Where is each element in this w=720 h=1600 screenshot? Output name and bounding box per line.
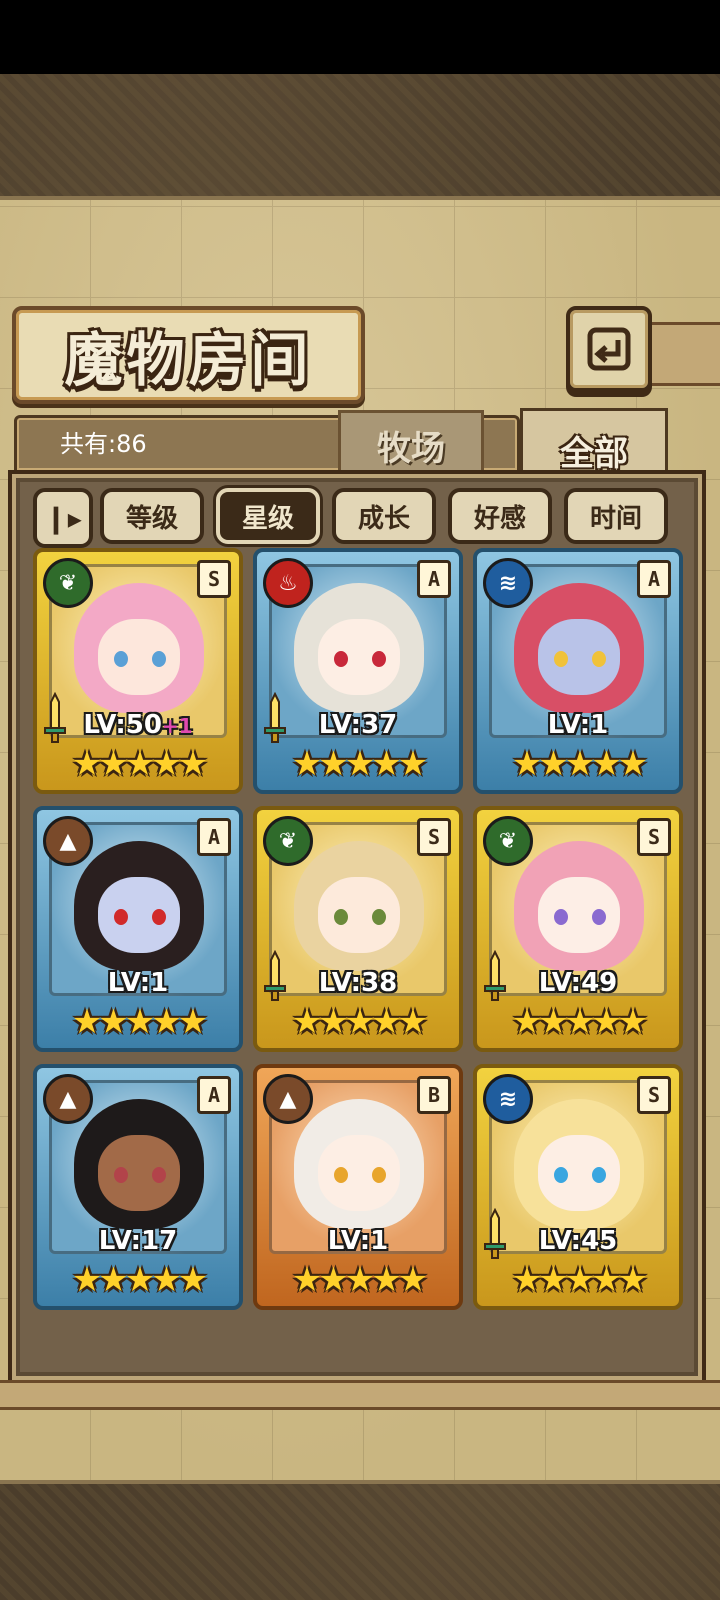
star-rating: ★★★★★	[291, 1260, 428, 1300]
monster-level: LV:50+1	[37, 710, 239, 740]
page-title-plate: 魔物房间	[12, 306, 365, 404]
portrait-eye	[372, 1167, 386, 1183]
leaf-icon: ❦	[43, 558, 93, 608]
back-button[interactable]	[566, 306, 652, 392]
star-rating: ★★★★★	[71, 744, 208, 784]
monster-card[interactable]: ≋ S LV:45 ★★★★★	[473, 1064, 683, 1310]
level-text: LV:49	[538, 968, 618, 998]
portrait-face	[318, 877, 400, 953]
portrait-eye	[334, 651, 348, 667]
level-text: LV:45	[538, 1226, 618, 1256]
level-text: LV:50	[83, 710, 162, 740]
rank-badge: B	[417, 1076, 451, 1114]
monster-level: LV:38	[257, 968, 459, 998]
monster-card[interactable]: ▲ A LV:17 ★★★★★	[33, 1064, 243, 1310]
portrait-face	[98, 877, 180, 953]
portrait-eye	[334, 909, 348, 925]
portrait-eye	[554, 909, 568, 925]
level-text: LV:37	[318, 710, 398, 740]
level-text: LV:17	[98, 1226, 178, 1256]
monster-level: LV:45	[477, 1226, 679, 1256]
sort-affinity-button[interactable]: 好感	[448, 488, 552, 544]
portrait-eye	[554, 1167, 568, 1183]
portrait-eye	[152, 909, 166, 925]
monster-count: 共有:86	[60, 430, 147, 458]
page-title: 魔物房间	[64, 326, 313, 394]
bottom-rail	[0, 1380, 720, 1410]
portrait-eye	[592, 909, 606, 925]
back-arrow-icon	[587, 327, 631, 371]
level-text: LV:1	[107, 968, 169, 998]
star-rating: ★★★★★	[291, 744, 428, 784]
monster-level: LV:1	[37, 968, 239, 998]
leaf-icon: ❦	[483, 816, 533, 866]
level-text: LV:1	[547, 710, 609, 740]
sort-toggle-icon: ❙▸	[44, 501, 82, 535]
portrait-face	[318, 1135, 400, 1211]
star-rating: ★★★★★	[71, 1002, 208, 1042]
flame-icon: ♨	[263, 558, 313, 608]
portrait-face	[538, 877, 620, 953]
rank-badge: A	[197, 818, 231, 856]
portrait-face	[98, 619, 180, 695]
star-rating: ★★★★★	[511, 1260, 648, 1300]
rank-badge: S	[197, 560, 231, 598]
portrait-eye	[592, 1167, 606, 1183]
rank-badge: S	[417, 818, 451, 856]
star-rating: ★★★★★	[291, 1002, 428, 1042]
monster-card[interactable]: ❦ S LV:50+1 ★★★★★	[33, 548, 243, 794]
monster-card[interactable]: ♨ A LV:37 ★★★★★	[253, 548, 463, 794]
wave-icon: ≋	[483, 1074, 533, 1124]
star-rating: ★★★★★	[71, 1260, 208, 1300]
rank-badge: A	[417, 560, 451, 598]
monster-level: LV:49	[477, 968, 679, 998]
monster-card[interactable]: ▲ B LV:1 ★★★★★	[253, 1064, 463, 1310]
sort-level-button[interactable]: 等级	[100, 488, 204, 544]
portrait-eye	[372, 909, 386, 925]
sort-star-button[interactable]: 星级	[216, 488, 320, 544]
level-bonus: +1	[161, 714, 193, 738]
star-rating: ★★★★★	[511, 744, 648, 784]
leaf-icon: ❦	[263, 816, 313, 866]
sort-toggle-button[interactable]: ❙▸	[33, 488, 93, 548]
portrait-face	[538, 1135, 620, 1211]
portrait-eye	[114, 1167, 128, 1183]
status-bar	[0, 0, 720, 74]
mountain-icon: ▲	[263, 1074, 313, 1124]
sort-growth-button[interactable]: 成长	[332, 488, 436, 544]
portrait-face	[318, 619, 400, 695]
monster-level: LV:17	[37, 1226, 239, 1256]
rank-badge: A	[197, 1076, 231, 1114]
portrait-face	[98, 1135, 180, 1211]
monster-card[interactable]: ≋ A LV:1 ★★★★★	[473, 548, 683, 794]
monster-card[interactable]: ▲ A LV:1 ★★★★★	[33, 806, 243, 1052]
wave-icon: ≋	[483, 558, 533, 608]
rank-badge: A	[637, 560, 671, 598]
rank-badge: S	[637, 1076, 671, 1114]
portrait-eye	[592, 651, 606, 667]
portrait-eye	[114, 651, 128, 667]
monster-level: LV:1	[257, 1226, 459, 1256]
sort-time-button[interactable]: 时间	[564, 488, 668, 544]
portrait-eye	[372, 651, 386, 667]
mountain-icon: ▲	[43, 1074, 93, 1124]
portrait-face	[538, 619, 620, 695]
monster-card[interactable]: ❦ S LV:38 ★★★★★	[253, 806, 463, 1052]
rank-badge: S	[637, 818, 671, 856]
portrait-eye	[152, 1167, 166, 1183]
portrait-eye	[554, 651, 568, 667]
portrait-eye	[152, 651, 166, 667]
monster-level: LV:1	[477, 710, 679, 740]
portrait-eye	[334, 1167, 348, 1183]
title-rail	[646, 322, 720, 386]
level-text: LV:38	[318, 968, 398, 998]
star-rating: ★★★★★	[511, 1002, 648, 1042]
monster-level: LV:37	[257, 710, 459, 740]
monster-card[interactable]: ❦ S LV:49 ★★★★★	[473, 806, 683, 1052]
mountain-icon: ▲	[43, 816, 93, 866]
level-text: LV:1	[327, 1226, 389, 1256]
portrait-eye	[114, 909, 128, 925]
